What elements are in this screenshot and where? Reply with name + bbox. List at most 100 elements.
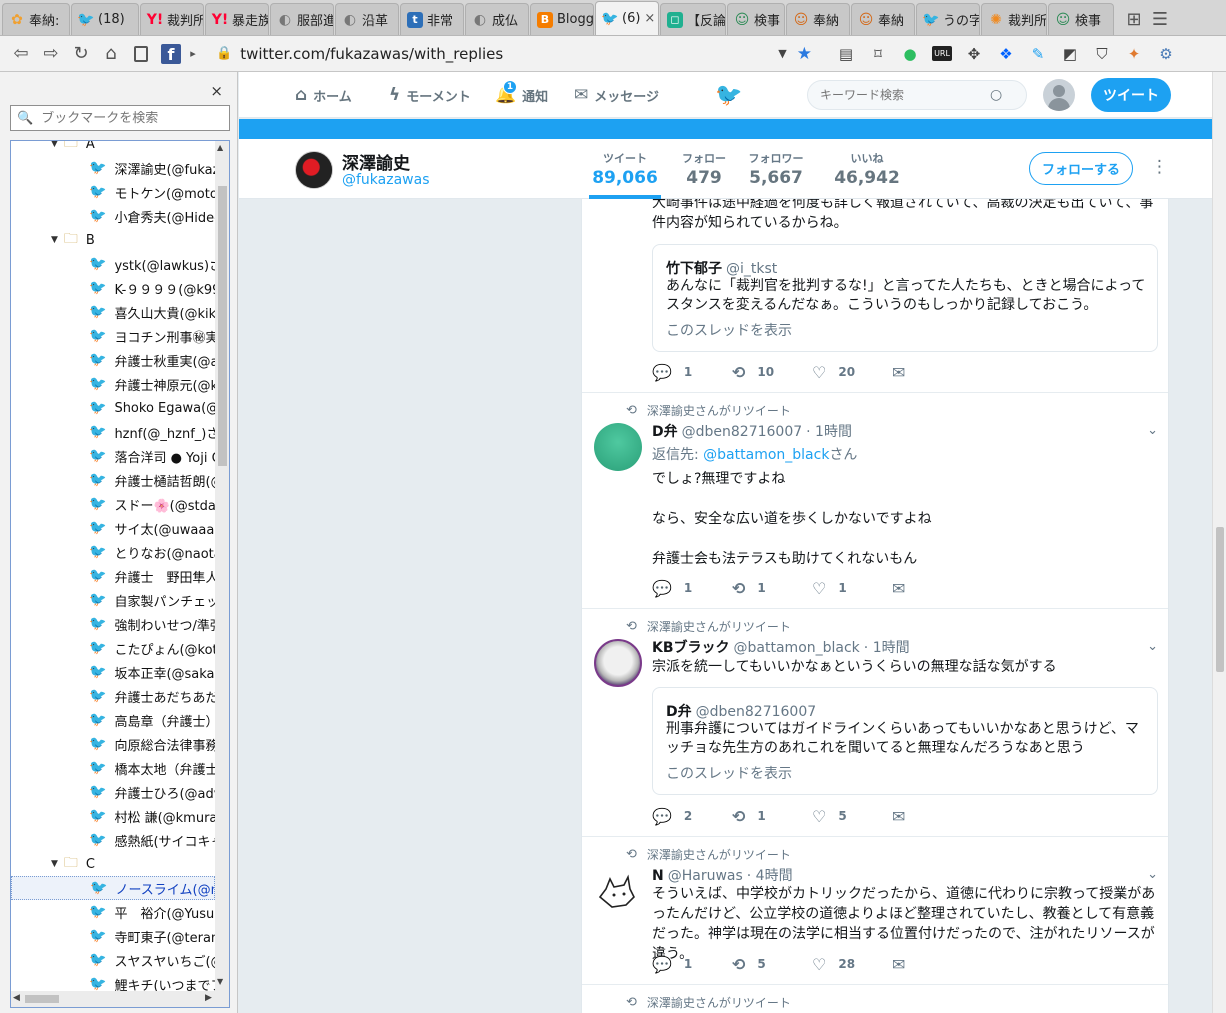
browser-tab[interactable]: ◐ 成仏 [465,3,529,35]
bookmark-item[interactable]: 🐦 サイ太(@uwaaaa) [11,516,215,540]
browser-tab[interactable]: ☺ 奉納 [851,3,915,35]
scrollbar-thumb[interactable] [25,995,59,1003]
sidebar-horizontal-scrollbar[interactable]: ◀ ▶ [11,991,229,1007]
browser-tab[interactable]: Y! 裁判所 [140,3,204,35]
browser-tab[interactable]: ✿ 奉納: [2,3,70,35]
bookmark-search-input[interactable] [41,110,222,126]
scroll-up-icon[interactable]: ▲ [217,143,223,152]
tab-list-menu-icon[interactable]: ☰ [1147,3,1173,35]
tweet-card[interactable]: ⟲ 深澤諭史さんがリツイート [582,985,1168,1013]
browser-tab[interactable]: B Blogg [530,3,594,35]
bookmark-item[interactable]: 🐦 弁護士ひろ(@advocate) [11,780,215,804]
bookmark-folder[interactable]: ▼ 🗀 B [11,228,215,252]
bookmark-star-icon[interactable]: ★ [797,44,812,64]
expand-triangle-icon[interactable]: ▼ [51,859,58,869]
profile-name[interactable]: 深澤諭史 [342,149,410,174]
retweet-button[interactable]: ⟲ 5 [732,955,812,974]
profile-stat[interactable]: いいね 46,942 [834,150,900,188]
browser-tab[interactable]: t 非常 [400,3,464,35]
bookmark-item[interactable]: 🐦 とりなお(@naotarou) [11,540,215,564]
bookmark-item[interactable]: 🐦 スドー🌸(@stdaux) [11,492,215,516]
scroll-down-icon[interactable]: ▼ [217,977,223,986]
user-avatar[interactable] [1043,79,1075,111]
author-handle[interactable]: @battamon_black [734,640,860,656]
home-button[interactable]: ⌂ [96,40,126,68]
tweet-time[interactable]: · 1時間 [864,640,910,656]
expand-triangle-icon[interactable]: ▼ [51,235,58,245]
bookmark-item[interactable]: 🐦 弁護士神原元(@kanbara) [11,372,215,396]
bookmark-item[interactable]: 🐦 感熱紙(サイコキャノン [11,828,215,852]
browser-tab[interactable]: ☺ 奉納 [786,3,850,35]
reply-to-link[interactable]: @battamon_black [703,447,829,463]
browser-tab[interactable]: ◐ 服部進 [270,3,334,35]
extension-button[interactable]: ● [894,40,926,68]
reply-button[interactable]: 💬 1 [652,955,732,974]
profile-stat[interactable]: フォロー 479 [671,150,737,188]
bookmark-item[interactable]: 🐦 弁護士 野田隼人 [11,564,215,588]
bookmark-sidebar-button[interactable] [126,40,156,68]
browser-tab[interactable]: ✺ 裁判所 [981,3,1047,35]
bookmark-item[interactable]: 🐦 モトケン(@motoken_tw) [11,180,215,204]
nav-messages[interactable]: ✉ メッセージ [574,72,659,118]
facebook-button[interactable]: f [156,40,186,68]
tweet-button[interactable]: ツイート [1091,78,1171,112]
bookmark-item[interactable]: 🐦 ヨコチン刑事㊙実況 [11,324,215,348]
url-text[interactable]: twitter.com/fukazawas/with_replies [240,45,778,63]
bookmark-item[interactable]: 🐦 向原総合法律事務所 [11,732,215,756]
url-dropdown-icon[interactable]: ▼ [778,47,786,60]
profile-handle[interactable]: @fukazawas [342,172,430,188]
show-thread-link[interactable]: このスレッドを表示 [666,320,792,340]
chevron-down-icon[interactable]: ⌄ [1147,867,1158,882]
extension-button[interactable]: URL [926,40,958,68]
author-avatar[interactable] [594,867,642,915]
bookmark-item[interactable]: 🐦 坂本正幸(@sakamoto) [11,660,215,684]
url-bar[interactable]: 🔒 twitter.com/fukazawas/with_replies ▼ ★ [208,41,820,67]
nav-moments[interactable]: ϟ モーメント [389,72,471,118]
tweet-time[interactable]: · 4時間 [747,868,793,884]
browser-tab[interactable]: 🐦 (18) [71,3,139,35]
nav-notifications[interactable]: 🔔 通知 [495,72,548,118]
author-handle[interactable]: @dben82716007 [682,424,803,440]
chevron-down-icon[interactable]: ⌄ [1147,423,1158,438]
sidebar-vertical-scrollbar[interactable]: ▲ ▼ [215,141,229,991]
browser-tab[interactable]: 🐦 (6) × [595,1,659,35]
bookmark-folder[interactable]: ▼ 🗀 A [11,141,215,156]
scroll-left-icon[interactable]: ◀ [13,993,20,1003]
browser-tab[interactable]: ☺ 検事 [727,3,785,35]
direct-message-button[interactable]: ✉ [892,363,917,382]
extension-button[interactable]: ▤ [830,40,862,68]
new-tab-icon[interactable]: ⊞ [1121,3,1147,35]
bookmark-item[interactable]: 🐦 小倉秀夫(@Hideo_Ogura) [11,204,215,228]
profile-stat[interactable]: ツイート 89,066 [589,150,661,188]
show-thread-link[interactable]: このスレッドを表示 [666,763,792,783]
forward-button[interactable]: ⇨ [36,40,66,68]
scrollbar-thumb[interactable] [218,186,227,466]
bookmark-item[interactable]: 🐦 寺町東子(@teramachi) [11,924,215,948]
reply-button[interactable]: 💬 2 [652,807,732,826]
bookmark-item[interactable]: 🐦 喜久山大貴(@kikuyama) [11,300,215,324]
overflow-chevron[interactable]: ▸ [186,40,200,68]
bookmark-item[interactable]: 🐦 スヤスヤいちご(@ [11,948,215,972]
author-name[interactable]: D弁 [652,424,678,440]
extension-button[interactable]: ⌑ [862,40,894,68]
bookmark-item[interactable]: 🐦 こたぴょん(@kotaro) [11,636,215,660]
bookmark-search-box[interactable]: 🔍 [10,105,230,131]
quoted-tweet[interactable]: 竹下郁子 @i_tkst あんなに「裁判官を批判するな!」と言ってた人たちも、とき… [652,244,1158,352]
direct-message-button[interactable]: ✉ [892,955,917,974]
browser-tab[interactable]: Y! 暴走族 [205,3,269,35]
extension-button[interactable]: ✎ [1022,40,1054,68]
tweet-card[interactable]: ⟲ 深澤諭史さんがリツイート KBブラック @battamon_black · 1時間… [582,609,1168,837]
direct-message-button[interactable]: ✉ [892,807,917,826]
page-vertical-scrollbar[interactable] [1212,72,1226,1013]
bookmark-item[interactable]: 🐦 村松 謙(@kmuramatsu) [11,804,215,828]
search-icon[interactable]: ○ [990,87,1002,103]
browser-tab[interactable]: ◐ 沿革 [335,3,399,35]
reply-button[interactable]: 💬 1 [652,363,732,382]
extension-button[interactable]: ✦ [1118,40,1150,68]
author-avatar[interactable] [594,639,642,687]
retweet-button[interactable]: ⟲ 1 [732,807,812,826]
profile-stat[interactable]: フォロワー 5,667 [743,150,809,188]
reply-button[interactable]: 💬 1 [652,579,732,598]
tweet-card[interactable]: ⟲ 深澤諭史さんがリツイート N @Haruwas · 4時間 ⌄ そういえば、中学校… [582,837,1168,985]
browser-tab[interactable]: ☺ 検事 [1048,3,1114,35]
